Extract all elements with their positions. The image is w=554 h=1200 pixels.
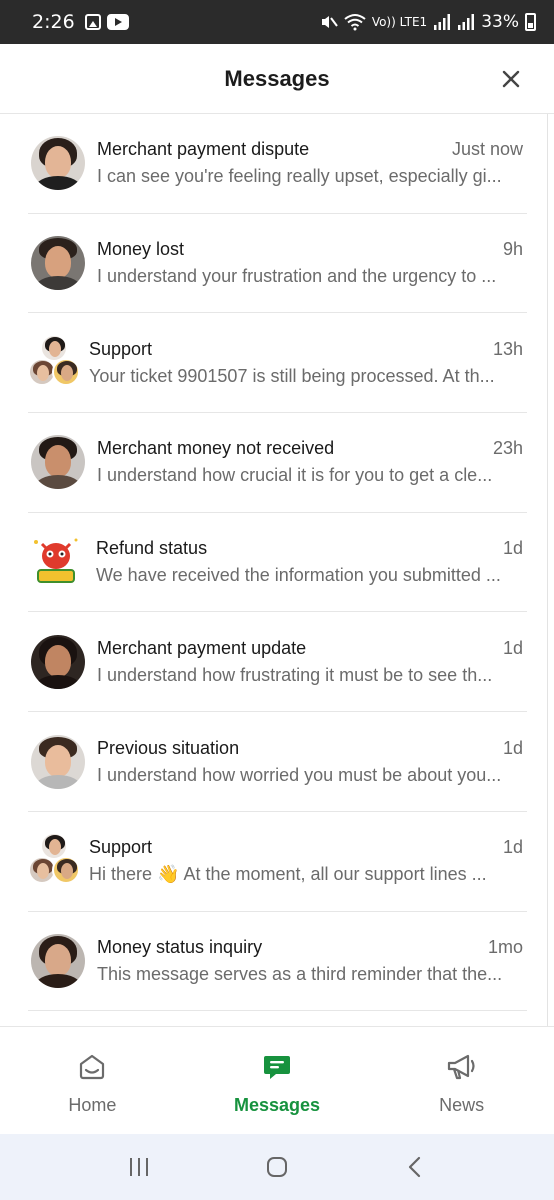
message-preview: I understand how worried you must be abo… [97, 764, 502, 785]
network-label: Vo)) LTE1 [371, 15, 428, 29]
message-time: 1mo [487, 936, 523, 957]
message-time: 1d [502, 837, 523, 858]
mascot-avatar [28, 534, 84, 590]
megaphone-icon [447, 1054, 475, 1080]
nav-news[interactable]: News [369, 1027, 554, 1134]
page-title: Messages [224, 65, 330, 91]
youtube-notification-icon [106, 14, 129, 30]
message-time: 1d [502, 538, 523, 559]
message-title: Money status inquiry [97, 936, 263, 957]
message-time: 13h [492, 338, 523, 359]
gallery-notification-icon [84, 14, 101, 30]
chat-icon [264, 1056, 290, 1079]
message-title: Support [89, 338, 153, 359]
recent-apps-icon [130, 1158, 148, 1176]
message-preview: Hi there 👋 At the moment, all our suppor… [89, 864, 487, 885]
message-preview: Your ticket 9901507 is still being proce… [89, 365, 495, 386]
home-circle-icon [267, 1157, 287, 1177]
back-button[interactable] [395, 1147, 435, 1187]
signal-icon [434, 14, 451, 30]
message-item[interactable]: Money status inquiry 1mo This message se… [28, 912, 527, 1012]
system-nav-bar [0, 1134, 554, 1200]
home-icon [80, 1054, 105, 1080]
group-avatar [28, 333, 82, 390]
bottom-nav: Home Messages News [0, 1026, 554, 1134]
message-title: Merchant payment update [97, 637, 307, 658]
message-item[interactable]: Merchant money not received 23h I unders… [28, 413, 527, 513]
mute-icon [321, 16, 338, 28]
status-time: 2:26 [32, 11, 75, 33]
recent-apps-button[interactable] [119, 1147, 159, 1187]
avatar [31, 734, 85, 789]
message-title: Previous situation [97, 737, 240, 758]
message-preview: I understand how frustrating it must be … [97, 664, 493, 685]
status-bar: 2:26 Vo)) LTE1 33% [0, 0, 554, 44]
message-title: Refund status [96, 538, 208, 559]
message-item[interactable]: Refund status 1d We have received the in… [28, 513, 527, 613]
message-time: 1d [502, 637, 523, 658]
wifi-icon [344, 14, 366, 31]
message-preview: I can see you're feeling really upset, e… [97, 166, 502, 187]
group-avatar [28, 832, 82, 888]
battery-icon [525, 13, 536, 31]
message-time: Just now [451, 139, 523, 160]
header: Messages [0, 44, 554, 114]
avatar [31, 634, 85, 689]
message-item[interactable]: Merchant payment update 1d I understand … [28, 613, 527, 713]
nav-messages-label: Messages [233, 1095, 321, 1115]
avatar [31, 136, 85, 191]
message-preview: We have received the information you sub… [96, 565, 501, 586]
scrollbar-track [547, 114, 548, 1026]
message-preview: I understand your frustration and the ur… [97, 266, 497, 287]
message-item[interactable]: Support 1d Hi there 👋 At the moment, all… [28, 812, 527, 912]
avatar [31, 435, 85, 490]
message-list[interactable]: Merchant payment dispute Just now I can … [0, 114, 554, 1026]
nav-messages[interactable]: Messages [185, 1027, 370, 1134]
message-preview: I understand how crucial it is for you t… [97, 465, 493, 486]
mascot-icon [34, 538, 78, 584]
message-title: Merchant money not received [97, 438, 335, 459]
nav-news-label: News [439, 1095, 485, 1115]
message-title: Money lost [97, 239, 185, 260]
message-time: 23h [492, 438, 523, 459]
back-icon [408, 1156, 421, 1178]
message-time: 1d [502, 737, 523, 758]
message-item[interactable]: Support 13h Your ticket 9901507 is still… [28, 313, 527, 414]
avatar [31, 933, 85, 988]
battery-percent: 33% [481, 12, 519, 32]
message-title: Merchant payment dispute [97, 139, 310, 160]
close-button[interactable] [494, 62, 528, 96]
message-preview: This message serves as a third reminder … [97, 963, 503, 984]
nav-home[interactable]: Home [0, 1027, 185, 1134]
message-time: 9h [502, 239, 523, 260]
close-icon [502, 70, 520, 88]
signal-icon-2 [458, 14, 475, 30]
avatar [31, 236, 85, 291]
message-title: Support [89, 837, 153, 858]
home-system-button[interactable] [257, 1147, 297, 1187]
message-item[interactable]: Previous situation 1d I understand how w… [28, 712, 527, 812]
nav-home-label: Home [68, 1095, 117, 1115]
message-item[interactable]: Money lost 9h I understand your frustrat… [28, 214, 527, 314]
message-item[interactable]: Merchant payment dispute Just now I can … [28, 114, 527, 214]
